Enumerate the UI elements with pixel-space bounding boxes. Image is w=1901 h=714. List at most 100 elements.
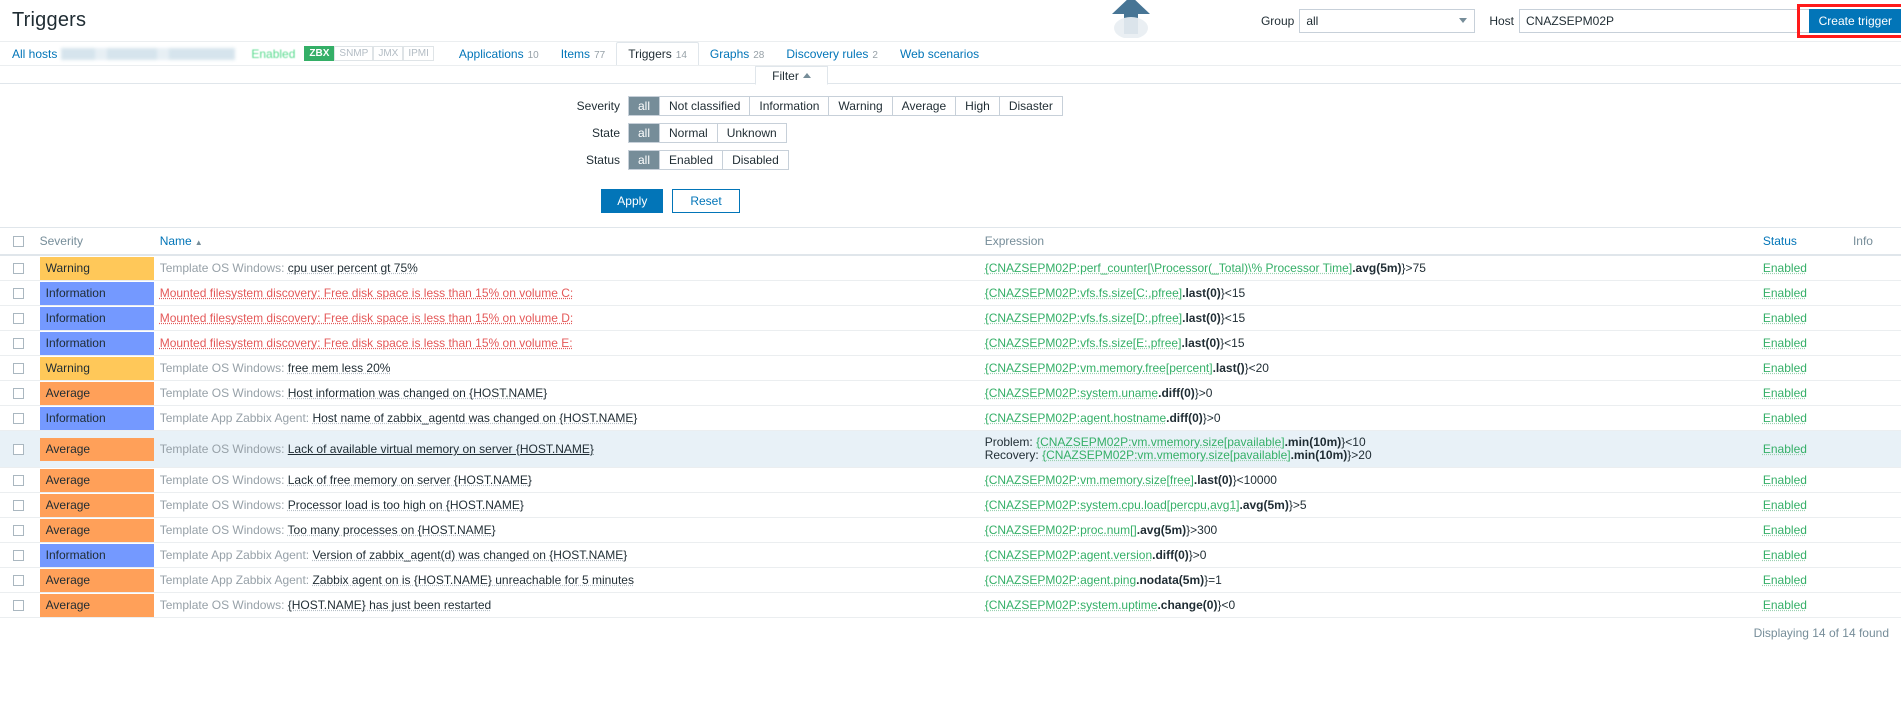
recovery-item-link[interactable]: {CNAZSEPM02P:vm.vmemory.size[pavailable] <box>1042 448 1291 462</box>
create-trigger-button[interactable]: Create trigger <box>1808 9 1901 33</box>
expression-item-link[interactable]: {CNAZSEPM02P:system.uptime <box>985 598 1158 612</box>
trigger-name-link[interactable]: cpu user percent gt 75% <box>288 261 418 275</box>
trigger-name-link[interactable]: Free disk space is less than 15% on volu… <box>324 336 573 350</box>
expression-item-link[interactable]: {CNAZSEPM02P:vm.memory.free[percent] <box>985 361 1213 375</box>
status-toggle-link[interactable]: Enabled <box>1763 411 1807 425</box>
row-checkbox[interactable] <box>13 413 24 425</box>
status-toggle-link[interactable]: Enabled <box>1763 361 1807 375</box>
all-hosts-link[interactable]: All hosts <box>12 47 57 61</box>
status-option-all[interactable]: all <box>629 151 661 169</box>
reset-button[interactable]: Reset <box>672 189 740 213</box>
trigger-template-link[interactable]: Template OS Windows: <box>160 261 288 275</box>
status-option-disabled[interactable]: Disabled <box>723 151 788 169</box>
group-select[interactable]: all <box>1299 9 1476 33</box>
severity-badge: Information <box>39 543 154 567</box>
trigger-name-link[interactable]: {HOST.NAME} has just been restarted <box>288 598 491 612</box>
expression-item-link[interactable]: {CNAZSEPM02P:vfs.fs.size[D:,pfree] <box>985 311 1182 325</box>
expression-item-link[interactable]: {CNAZSEPM02P:agent.hostname <box>985 411 1166 425</box>
expression-item-link[interactable]: {CNAZSEPM02P:system.uname <box>985 386 1158 400</box>
trigger-template-link[interactable]: Mounted filesystem discovery: <box>160 286 324 300</box>
trigger-template-link[interactable]: Template OS Windows: <box>160 361 288 375</box>
tab-graphs[interactable]: Graphs 28 <box>699 43 775 65</box>
row-checkbox[interactable] <box>13 263 24 275</box>
expression-item-link[interactable]: {CNAZSEPM02P:agent.ping <box>985 573 1136 587</box>
severity-option-disaster[interactable]: Disaster <box>999 97 1062 115</box>
status-toggle-link[interactable]: Enabled <box>1763 573 1807 587</box>
status-toggle-link[interactable]: Enabled <box>1763 548 1807 562</box>
row-checkbox[interactable] <box>13 313 24 325</box>
severity-option-high[interactable]: High <box>956 97 1000 115</box>
expression-item-link[interactable]: {CNAZSEPM02P:vm.memory.size[free] <box>985 473 1194 487</box>
column-header-name[interactable]: Name ▲ <box>153 228 985 256</box>
tab-triggers[interactable]: Triggers 14 <box>616 42 699 65</box>
select-all-checkbox[interactable] <box>13 236 24 248</box>
severity-option-information[interactable]: Information <box>750 97 830 115</box>
expression-tail: }>300 <box>1186 522 1218 537</box>
status-toggle-link[interactable]: Enabled <box>1763 261 1807 275</box>
state-option-normal[interactable]: Normal <box>660 124 718 142</box>
row-checkbox[interactable] <box>13 525 24 537</box>
state-option-unknown[interactable]: Unknown <box>717 124 786 142</box>
status-toggle-link[interactable]: Enabled <box>1763 598 1807 612</box>
severity-option-average[interactable]: Average <box>892 97 957 115</box>
severity-option-all[interactable]: all <box>629 97 661 115</box>
trigger-name-link[interactable]: Host information was changed on {HOST.NA… <box>288 386 547 400</box>
row-checkbox[interactable] <box>13 600 24 612</box>
tab-discovery-rules[interactable]: Discovery rules 2 <box>775 43 889 65</box>
status-toggle-link[interactable]: Enabled <box>1763 498 1807 512</box>
row-checkbox[interactable] <box>13 475 24 487</box>
trigger-template-link[interactable]: Template App Zabbix Agent: <box>160 411 313 425</box>
trigger-template-link[interactable]: Template OS Windows: <box>160 442 288 456</box>
trigger-name-link[interactable]: Lack of free memory on server {HOST.NAME… <box>288 473 532 487</box>
row-checkbox[interactable] <box>13 338 24 350</box>
trigger-template-link[interactable]: Mounted filesystem discovery: <box>160 336 324 350</box>
row-checkbox[interactable] <box>13 550 24 562</box>
row-checkbox[interactable] <box>13 363 24 375</box>
status-toggle-link[interactable]: Enabled <box>1763 523 1807 537</box>
row-checkbox[interactable] <box>13 388 24 400</box>
expression-item-link[interactable]: {CNAZSEPM02P:vfs.fs.size[E:,pfree] <box>985 336 1182 350</box>
row-checkbox[interactable] <box>13 288 24 300</box>
expression-item-link[interactable]: {CNAZSEPM02P:vm.vmemory.size[pavailable] <box>1036 435 1285 449</box>
expression-item-link[interactable]: {CNAZSEPM02P:vfs.fs.size[C:,pfree] <box>985 286 1182 300</box>
filter-toggle-tab[interactable]: Filter <box>755 66 828 85</box>
row-checkbox[interactable] <box>13 444 24 456</box>
trigger-template-link[interactable]: Template OS Windows: <box>160 386 288 400</box>
row-checkbox[interactable] <box>13 575 24 587</box>
trigger-name-link[interactable]: free mem less 20% <box>288 361 391 375</box>
expression-item-link[interactable]: {CNAZSEPM02P:perf_counter[\Processor(_To… <box>985 261 1352 275</box>
trigger-name-link[interactable]: Processor load is too high on {HOST.NAME… <box>288 498 524 512</box>
state-option-all[interactable]: all <box>629 124 661 142</box>
severity-option-not-classified[interactable]: Not classified <box>660 97 751 115</box>
status-toggle-link[interactable]: Enabled <box>1763 442 1807 456</box>
trigger-template-link[interactable]: Template OS Windows: <box>160 498 288 512</box>
tab-web-scenarios[interactable]: Web scenarios <box>889 43 990 65</box>
status-toggle-link[interactable]: Enabled <box>1763 286 1807 300</box>
status-toggle-link[interactable]: Enabled <box>1763 473 1807 487</box>
expression-item-link[interactable]: {CNAZSEPM02P:system.cpu.load[percpu,avg1… <box>985 498 1240 512</box>
trigger-template-link[interactable]: Mounted filesystem discovery: <box>160 311 324 325</box>
status-toggle-link[interactable]: Enabled <box>1763 386 1807 400</box>
status-toggle-link[interactable]: Enabled <box>1763 336 1807 350</box>
trigger-name-link[interactable]: Free disk space is less than 15% on volu… <box>324 286 573 300</box>
tab-applications[interactable]: Applications 10 <box>448 43 550 65</box>
trigger-name-link[interactable]: Host name of zabbix_agentd was changed o… <box>312 411 637 425</box>
trigger-name-link[interactable]: Free disk space is less than 15% on volu… <box>324 311 573 325</box>
trigger-template-link[interactable]: Template OS Windows: <box>160 473 288 487</box>
expression-item-link[interactable]: {CNAZSEPM02P:agent.version <box>985 548 1152 562</box>
status-option-enabled[interactable]: Enabled <box>660 151 724 169</box>
trigger-name-link[interactable]: Lack of available virtual memory on serv… <box>288 442 594 456</box>
row-checkbox[interactable] <box>13 500 24 512</box>
trigger-template-link[interactable]: Template App Zabbix Agent: <box>160 548 313 562</box>
trigger-template-link[interactable]: Template OS Windows: <box>160 598 288 612</box>
expression-item-link[interactable]: {CNAZSEPM02P:proc.num[] <box>985 523 1137 537</box>
trigger-template-link[interactable]: Template OS Windows: <box>160 523 288 537</box>
trigger-name-link[interactable]: Version of zabbix_agent(d) was changed o… <box>312 548 627 562</box>
tab-items[interactable]: Items 77 <box>550 43 616 65</box>
trigger-name-link[interactable]: Zabbix agent on is {HOST.NAME} unreachab… <box>312 573 634 587</box>
trigger-template-link[interactable]: Template App Zabbix Agent: <box>160 573 313 587</box>
severity-option-warning[interactable]: Warning <box>829 97 893 115</box>
status-toggle-link[interactable]: Enabled <box>1763 311 1807 325</box>
trigger-name-link[interactable]: Too many processes on {HOST.NAME} <box>288 523 496 537</box>
apply-button[interactable]: Apply <box>601 189 664 213</box>
